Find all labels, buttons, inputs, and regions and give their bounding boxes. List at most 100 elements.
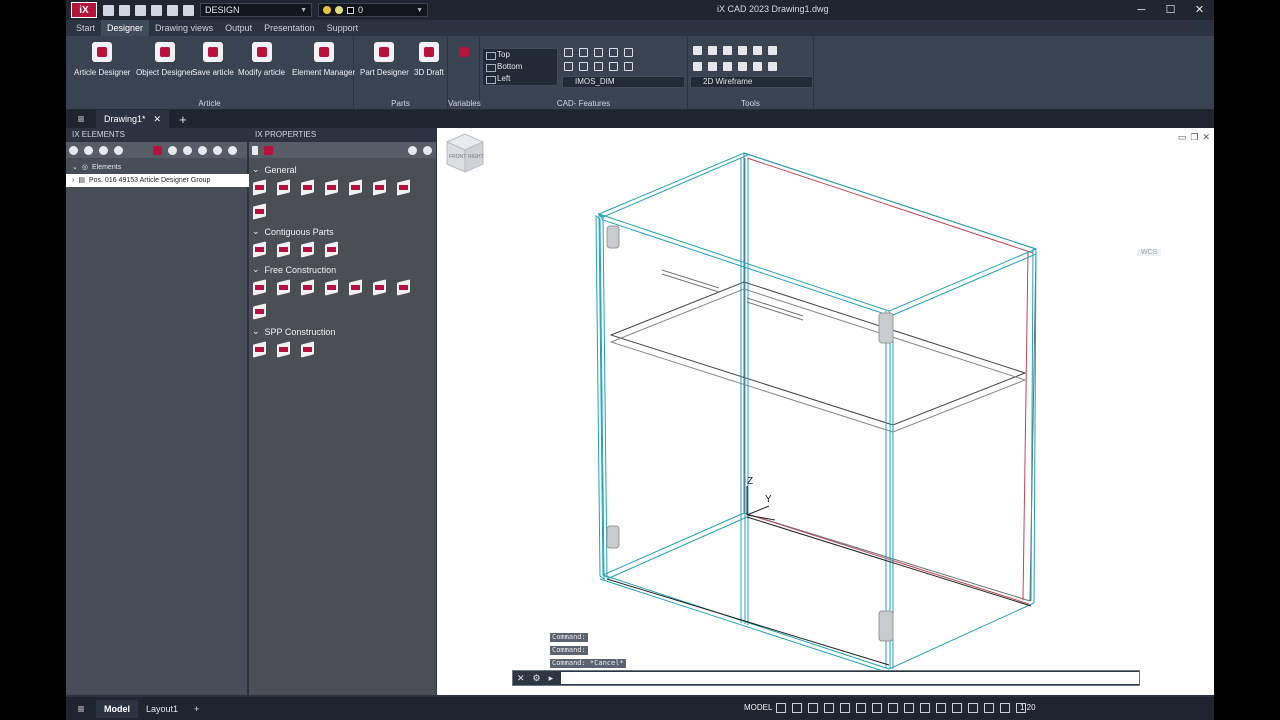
annotation-icon[interactable]	[936, 703, 946, 713]
menu-icon[interactable]: ≡	[66, 702, 96, 716]
gizmo-icon[interactable]	[920, 703, 930, 713]
measure-icon[interactable]	[624, 62, 633, 71]
units-icon[interactable]	[968, 703, 978, 713]
dimension-icon[interactable]	[594, 48, 603, 57]
leader-icon[interactable]	[579, 62, 588, 71]
tool-icon[interactable]	[768, 46, 777, 55]
part-designer-button[interactable]: Part Designer	[360, 42, 409, 77]
refresh-icon[interactable]	[84, 145, 93, 155]
tab-presentation[interactable]: Presentation	[258, 20, 321, 36]
close-button[interactable]: ✕	[1185, 0, 1214, 20]
line-icon[interactable]	[564, 48, 573, 57]
save-as-icon[interactable]	[151, 4, 162, 16]
gear-icon[interactable]	[183, 4, 194, 16]
list-icon[interactable]	[252, 145, 258, 155]
print-icon[interactable]	[167, 4, 178, 16]
selection-icon[interactable]	[904, 703, 914, 713]
wrench-icon[interactable]	[264, 145, 273, 155]
text-icon[interactable]	[564, 62, 573, 71]
cylinder-icon[interactable]	[347, 279, 364, 296]
rotate-icon[interactable]	[371, 179, 388, 196]
new-icon[interactable]	[103, 4, 114, 16]
isolate-icon[interactable]	[984, 703, 994, 713]
minimize-view-icon[interactable]: ▭	[1178, 132, 1187, 143]
visual-style-select[interactable]: 2D Wireframe	[690, 76, 813, 88]
menu-icon[interactable]: ≡	[66, 112, 96, 126]
square-icon[interactable]	[371, 279, 388, 296]
magnet-icon[interactable]	[347, 179, 364, 196]
hierarchy-icon[interactable]	[251, 303, 268, 320]
gear-icon[interactable]	[198, 145, 207, 155]
otrack-icon[interactable]	[856, 703, 866, 713]
dimension-style-select[interactable]: IMOS_DIM	[562, 76, 685, 88]
layer-select[interactable]: 0 ▼	[318, 3, 428, 17]
cube-icon[interactable]	[323, 241, 340, 258]
tool-icon[interactable]	[693, 46, 702, 55]
3d-draft-button[interactable]: 3D Draft	[414, 42, 444, 77]
panel-icon[interactable]	[323, 279, 340, 296]
app-logo[interactable]: iX	[71, 2, 97, 18]
cube-icon[interactable]	[275, 241, 292, 258]
osnap-icon[interactable]	[840, 703, 850, 713]
sort-icon[interactable]	[213, 145, 222, 155]
part-icon[interactable]	[251, 179, 268, 196]
pencil-icon[interactable]	[579, 48, 588, 57]
pin-icon[interactable]	[408, 145, 417, 155]
close-tab-icon[interactable]: ✕	[154, 110, 162, 128]
trash-icon[interactable]	[251, 203, 268, 220]
view-top[interactable]: Top	[483, 49, 557, 61]
grid-icon[interactable]	[776, 703, 786, 713]
save-article-button[interactable]: Save article	[192, 42, 234, 77]
tool-icon[interactable]	[738, 62, 747, 71]
panel-icon[interactable]	[299, 279, 316, 296]
tab-designer[interactable]: Designer	[101, 20, 150, 36]
drawing-viewport[interactable]: Z Y ▭ ❐ ✕ FRONT RIGHT WCS Command: Comma…	[437, 128, 1214, 695]
close-view-icon[interactable]: ✕	[1202, 132, 1210, 143]
box-icon[interactable]	[168, 145, 177, 155]
object-designer-button[interactable]: Object Designer	[136, 42, 193, 77]
tool-icon[interactable]	[753, 46, 762, 55]
lineweight-icon[interactable]	[872, 703, 882, 713]
view-cube[interactable]: FRONT RIGHT	[437, 128, 489, 180]
tree-root[interactable]: ⌄ ◎ Elements	[72, 161, 241, 174]
tab-support[interactable]: Support	[321, 20, 365, 36]
tool-icon[interactable]	[738, 46, 747, 55]
annotation-scale[interactable]: 1:20	[1020, 703, 1036, 712]
coordinate-icon[interactable]	[609, 48, 618, 57]
drawer-icon[interactable]	[395, 279, 412, 296]
tab-start[interactable]: Start	[70, 20, 101, 36]
snap-icon[interactable]	[792, 703, 802, 713]
board-icon[interactable]	[299, 179, 316, 196]
variables-button[interactable]	[454, 42, 474, 62]
close-icon[interactable]: ✕	[517, 673, 525, 684]
tab-output[interactable]: Output	[219, 20, 258, 36]
tool-icon[interactable]	[708, 62, 717, 71]
wrench-icon[interactable]	[275, 179, 292, 196]
tree-item-selected[interactable]: › ▤ Pos. 016 49153 Article Designer Grou…	[66, 174, 252, 187]
section-free-construction[interactable]: ⌄ Free Construction	[249, 264, 436, 275]
tool-icon[interactable]	[723, 62, 732, 71]
save-icon[interactable]	[135, 4, 146, 16]
document-tab[interactable]: Drawing1* ✕	[96, 110, 170, 128]
filter-icon[interactable]	[183, 145, 192, 155]
restore-view-icon[interactable]: ❐	[1190, 132, 1198, 143]
save-icon[interactable]	[395, 179, 412, 196]
ortho-icon[interactable]	[808, 703, 818, 713]
minimize-button[interactable]: ─	[1127, 0, 1156, 20]
panel-icon[interactable]	[251, 279, 268, 296]
tab-model[interactable]: Model	[96, 699, 138, 718]
modify-article-button[interactable]: Modify article	[238, 42, 285, 77]
view-left[interactable]: Left	[483, 73, 557, 85]
search-icon[interactable]	[114, 145, 123, 155]
tab-layout1[interactable]: Layout1	[138, 700, 186, 718]
up-icon[interactable]	[99, 145, 108, 155]
add-tab-button[interactable]: +	[179, 112, 187, 127]
wrench-icon[interactable]: ⚙	[533, 673, 541, 684]
polar-icon[interactable]	[824, 703, 834, 713]
tool-icon[interactable]	[708, 46, 717, 55]
tool-icon[interactable]	[768, 62, 777, 71]
cut-icon[interactable]	[323, 179, 340, 196]
wcs-label[interactable]: WCS	[1137, 249, 1162, 256]
spp-icon[interactable]	[299, 341, 316, 358]
named-views-list[interactable]: Top Bottom Left	[482, 48, 558, 86]
